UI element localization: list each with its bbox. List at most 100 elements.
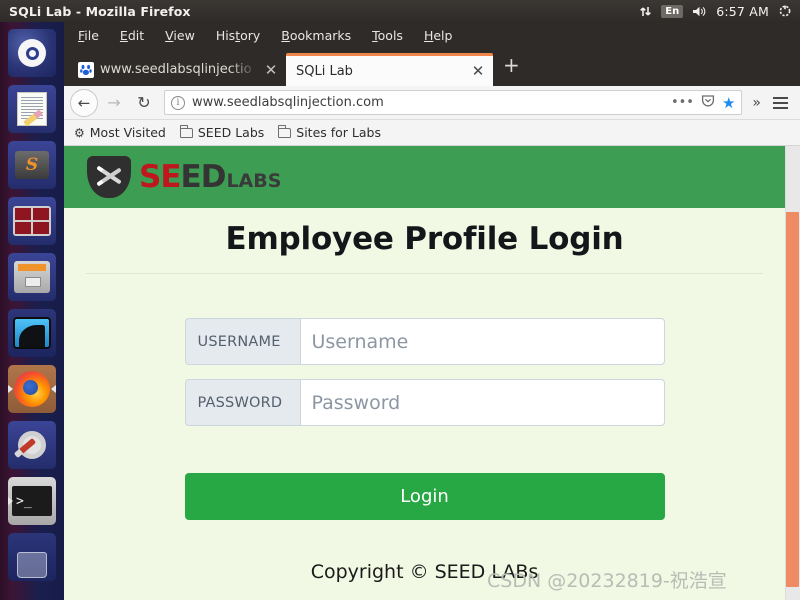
system-tray: En 6:57 AM (639, 4, 800, 19)
firefox-icon (8, 365, 56, 413)
launcher-item-files[interactable] (7, 252, 57, 302)
volume-icon[interactable] (692, 5, 707, 18)
terminal-glyph: >_ (12, 486, 52, 516)
page-actions-icon[interactable]: ••• (671, 95, 694, 110)
system-menu-icon[interactable] (778, 4, 792, 18)
logo-letter-s: S (139, 159, 161, 195)
password-input-group: PASSWORD Password (184, 379, 665, 426)
page-viewport: S E E D LABS Employee Profile Login USER… (64, 146, 800, 600)
terminator-icon (8, 197, 56, 245)
page-scrollbar[interactable] (785, 146, 800, 600)
bookmark-seed-labs[interactable]: SEED Labs (179, 124, 265, 140)
url-bar[interactable]: i www.seedlabsqlinjection.com ••• ★ (164, 90, 743, 115)
tab-close-icon[interactable]: ✕ (471, 64, 485, 79)
launcher-item-wireshark[interactable] (7, 308, 57, 358)
back-button[interactable]: ← (70, 88, 98, 117)
launcher-item-system-settings[interactable] (7, 420, 57, 470)
window-title: SQLi Lab - Mozilla Firefox (9, 3, 191, 19)
logo-letter-e1: E (160, 159, 181, 195)
launcher-item-trash[interactable] (7, 532, 57, 582)
url-input[interactable]: www.seedlabsqlinjection.com (192, 95, 664, 110)
page-title: Employee Profile Login (225, 221, 624, 257)
logo-letter-d: D (200, 159, 227, 195)
tab-title: www.seedlabsqlinjectio (100, 62, 252, 77)
web-page: S E E D LABS Employee Profile Login USER… (64, 146, 785, 583)
focused-indicator-right-icon (51, 385, 56, 393)
page-content: Employee Profile Login USERNAME Username… (64, 208, 785, 583)
title-divider (86, 273, 763, 274)
running-indicator-left-icon (8, 385, 13, 393)
tab-close-icon[interactable]: ✕ (264, 62, 278, 77)
menu-edit[interactable]: Edit (120, 28, 144, 43)
desktop-screen: SQLi Lab - Mozilla Firefox En 6:57 AM S … (0, 0, 800, 600)
save-to-pocket-icon[interactable] (701, 94, 715, 112)
terminal-icon: >_ (8, 477, 56, 525)
running-indicator-left-icon (8, 497, 13, 505)
bookmark-most-visited[interactable]: ⚙ Most Visited (74, 125, 166, 140)
bookmark-label: SEED Labs (197, 125, 265, 140)
text-editor-icon (8, 85, 56, 133)
launcher-item-sublime-text[interactable]: S (7, 140, 57, 190)
bookmarks-toolbar: ⚙ Most Visited SEED Labs Sites for Labs (64, 120, 800, 146)
menu-bar: File Edit View History Bookmarks Tools H… (64, 22, 800, 48)
launcher-item-firefox[interactable] (7, 364, 57, 414)
wireshark-icon (8, 309, 56, 357)
menu-tools[interactable]: Tools (372, 28, 403, 43)
site-header: S E E D LABS (64, 146, 785, 208)
menu-view[interactable]: View (165, 28, 195, 43)
launcher-item-ubuntu-software[interactable] (7, 28, 57, 78)
bookmark-star-icon[interactable]: ★ (722, 94, 735, 112)
network-updown-icon[interactable] (639, 5, 652, 18)
ubuntu-software-icon (8, 29, 56, 77)
menu-bookmarks[interactable]: Bookmarks (281, 28, 351, 43)
launcher-item-terminator[interactable] (7, 196, 57, 246)
file-manager-icon (8, 253, 56, 301)
seedlabs-logo: S E E D LABS (87, 156, 281, 198)
username-input-group: USERNAME Username (184, 318, 665, 365)
tab-strip: www.seedlabsqlinjectio ✕ SQLi Lab ✕ + (64, 48, 800, 86)
tab-seedlabsqlinjection[interactable]: www.seedlabsqlinjectio ✕ (68, 53, 286, 86)
app-menu-button[interactable] (767, 96, 794, 109)
reload-button[interactable]: ↻ (130, 89, 158, 117)
username-label: USERNAME (184, 318, 300, 365)
forward-button[interactable]: → (100, 89, 128, 117)
folder-icon (179, 124, 193, 138)
site-info-icon[interactable]: i (171, 95, 185, 110)
unity-launcher: S >_ (0, 22, 64, 600)
new-tab-button[interactable]: + (493, 55, 530, 79)
launcher-item-terminal[interactable]: >_ (7, 476, 57, 526)
password-label: PASSWORD (184, 379, 300, 426)
folder-icon (277, 124, 292, 138)
gear-icon: ⚙ (74, 125, 85, 140)
bookmark-label: Most Visited (89, 125, 166, 140)
password-input[interactable]: Password (299, 379, 665, 426)
tab-title: SQLi Lab (296, 63, 353, 79)
bookmark-label: Sites for Labs (296, 125, 381, 140)
trash-icon (8, 533, 56, 581)
login-button[interactable]: Login (184, 473, 665, 520)
menu-file[interactable]: File (78, 28, 99, 43)
shield-tools-icon (87, 156, 131, 198)
sublime-text-icon: S (8, 141, 56, 189)
firefox-window: File Edit View History Bookmarks Tools H… (64, 22, 800, 600)
overflow-menu-button[interactable]: » (748, 95, 765, 111)
keyboard-layout-indicator[interactable]: En (661, 4, 684, 18)
logo-labs-text: LABS (226, 170, 282, 192)
system-settings-icon (8, 421, 56, 469)
login-form: USERNAME Username PASSWORD Password (184, 318, 665, 426)
username-input[interactable]: Username (299, 318, 665, 365)
tab-sqli-lab[interactable]: SQLi Lab ✕ (286, 53, 493, 86)
launcher-item-text-editor[interactable] (7, 84, 57, 134)
logo-letter-e2: E (180, 159, 202, 195)
navigation-toolbar: ← → ↻ i www.seedlabsqlinjection.com ••• … (64, 86, 800, 120)
menu-history[interactable]: History (216, 28, 260, 43)
sublime-glyph: S (15, 151, 49, 179)
baidu-favicon-icon (78, 61, 94, 78)
page-scrollbar-thumb[interactable] (786, 212, 799, 587)
clock[interactable]: 6:57 AM (716, 4, 769, 19)
system-top-panel: SQLi Lab - Mozilla Firefox En 6:57 AM (0, 0, 800, 22)
bookmark-sites-for-labs[interactable]: Sites for Labs (277, 124, 381, 140)
logo-seed-text: S E E D LABS (139, 159, 281, 195)
csdn-watermark: CSDN @20232819-祝浩宣 (487, 570, 727, 592)
menu-help[interactable]: Help (424, 28, 453, 43)
